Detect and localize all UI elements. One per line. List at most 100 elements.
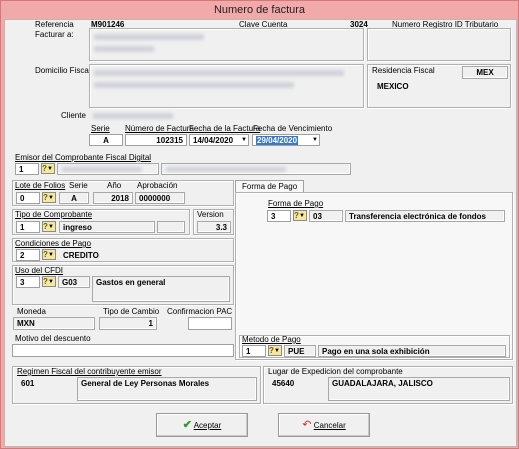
- tipo-extra-field: [157, 221, 185, 233]
- expedicion-value: GUADALAJARA, JALISCO: [328, 377, 510, 401]
- cancel-label: Cancelar: [313, 421, 346, 430]
- fecha-factura-field[interactable]: 14/04/2020 ▼: [189, 134, 249, 146]
- date-dropdown-icon-2[interactable]: ▼: [312, 135, 318, 145]
- emisor-lookup-button[interactable]: ? ▼: [41, 163, 55, 174]
- redacted-name: [94, 34, 204, 40]
- cfdi-value: Gastos en general: [92, 276, 230, 302]
- uso-cfdi-label: Uso del CFDI: [15, 266, 64, 275]
- regimen-code: 601: [21, 379, 35, 388]
- accept-button[interactable]: ✔ Aceptar: [156, 413, 248, 437]
- metodo-pago-code-field[interactable]: 1: [242, 345, 266, 357]
- expedicion-code: 45640: [272, 379, 295, 388]
- regimen-fiscal-label: Regimen Fiscal del contribuyente emisor: [17, 367, 162, 376]
- residencia-name: MEXICO: [377, 82, 409, 91]
- condiciones-value: CREDITO: [63, 251, 99, 260]
- residencia-code-field[interactable]: MEX: [462, 66, 508, 79]
- lugar-expedicion-group: Lugar de Expedicion del comprobante 4564…: [263, 366, 513, 404]
- facturar-a-box: [89, 28, 364, 61]
- condiciones-lookup-button[interactable]: ? ▼: [42, 249, 56, 260]
- lote-folios-group: Lote de Folios Serie Año Aprobación 0 ? ▼…: [12, 180, 234, 206]
- dropdown-arrow-icon: ▼: [48, 195, 54, 201]
- lote-folios-label: Lote de Folios: [15, 181, 66, 190]
- motivo-descuento-label: Motivo del descuento: [15, 334, 91, 343]
- lote-lookup-button[interactable]: ? ▼: [42, 192, 56, 203]
- dropdown-arrow-icon: ▼: [48, 279, 54, 285]
- residencia-fiscal-box: Residencia Fiscal MEX MEXICO: [367, 64, 511, 108]
- condiciones-code-field[interactable]: 2: [16, 249, 40, 261]
- fecha-vencimiento-field[interactable]: 29/04/2020 ▼: [252, 134, 320, 146]
- folios-serie-value: A: [59, 192, 89, 204]
- serie-field[interactable]: A: [89, 134, 123, 146]
- forma-pago-tab-panel: Forma de Pago 3 ? ▼ 03 Transferencia elec…: [235, 192, 513, 360]
- dialog-body: Referencia M901246 Clave Cuenta 3024 Num…: [4, 19, 517, 447]
- confirmacion-pac-field[interactable]: [188, 317, 232, 330]
- dropdown-arrow-icon: ▼: [47, 166, 53, 172]
- forma-pago-lookup-button[interactable]: ? ▼: [293, 210, 307, 221]
- emisor-label: Emisor del Comprobante Fiscal Digital: [15, 153, 152, 162]
- tipo-code-field[interactable]: 1: [16, 221, 40, 233]
- window-title: Numero de factura: [213, 4, 306, 16]
- tipo-comprobante-group: Tipo de Comprobante 1 ? ▼ ingreso: [12, 209, 190, 235]
- folios-serie-label: Serie: [69, 181, 88, 190]
- forma-pago-value: Transferencia electrónica de fondos: [345, 210, 505, 222]
- cfdi-lookup-button[interactable]: ? ▼: [42, 276, 56, 287]
- version-label: Version: [197, 210, 224, 219]
- forma-pago-clave: 03: [309, 210, 343, 222]
- metodo-pago-clave: PUE: [284, 345, 316, 357]
- moneda-value: MXN: [13, 317, 95, 330]
- redacted-name-2: [94, 46, 154, 52]
- folios-anio-label: Año: [107, 181, 122, 190]
- redacted-cliente: [93, 113, 173, 119]
- confirmacion-pac-label: Confirmacion PAC: [167, 307, 233, 316]
- cfdi-clave: G03: [58, 276, 90, 288]
- fecha-vencimiento-value: 29/04/2020: [256, 136, 299, 145]
- forma-pago-code-field[interactable]: 3: [267, 210, 291, 222]
- folios-aprobacion-value: 0000000: [135, 192, 185, 204]
- metodo-pago-label: Metodo de Pago: [242, 335, 301, 344]
- cliente-label: Cliente: [61, 111, 86, 120]
- tipo-cambio-value: 1: [99, 317, 157, 330]
- motivo-descuento-field[interactable]: [12, 344, 234, 357]
- metodo-pago-group: Metodo de Pago 1 ? ▼ PUE Pago en una sola…: [239, 335, 510, 358]
- emisor-rfc-field: [57, 163, 159, 175]
- emisor-name-field: [161, 163, 351, 175]
- cancel-button[interactable]: ↶ Cancelar: [278, 413, 370, 437]
- condiciones-pago-label: Condiciones de Pago: [15, 239, 92, 248]
- regimen-value: General de Ley Personas Morales: [77, 377, 257, 401]
- residencia-fiscal-label: Residencia Fiscal: [372, 66, 435, 75]
- forma-pago-label: Forma de Pago: [268, 199, 324, 208]
- cfdi-code-field[interactable]: 3: [16, 276, 40, 288]
- condiciones-pago-group: Condiciones de Pago 2 ? ▼ CREDITO: [12, 238, 234, 262]
- redacted-rfc: [62, 167, 142, 172]
- check-icon: ✔: [182, 419, 192, 431]
- version-value: 3.3: [197, 221, 231, 233]
- accept-label: Aceptar: [193, 421, 222, 430]
- metodo-pago-lookup-button[interactable]: ? ▼: [268, 345, 282, 356]
- metodo-pago-value: Pago en una sola exhibición: [318, 345, 506, 357]
- regimen-fiscal-group: Regimen Fiscal del contribuyente emisor …: [12, 366, 261, 404]
- numero-registro-box: [367, 28, 511, 61]
- redacted-emisor: [166, 167, 286, 172]
- date-dropdown-icon[interactable]: ▼: [241, 135, 247, 145]
- lote-code-field[interactable]: 0: [16, 192, 40, 204]
- tipo-value: ingreso: [59, 221, 155, 233]
- dropdown-arrow-icon: ▼: [48, 252, 54, 258]
- tipo-lookup-button[interactable]: ? ▼: [42, 221, 56, 232]
- fecha-factura-label: Fecha de la Factura: [189, 124, 261, 133]
- numero-factura-label: Número de Factura: [125, 124, 194, 133]
- version-group: Version 3.3: [193, 209, 234, 235]
- folios-anio-value: 2018: [93, 192, 133, 204]
- dropdown-arrow-icon: ▼: [274, 348, 280, 354]
- fecha-vencimiento-label: Fecha de Vencimiento: [253, 124, 333, 133]
- dropdown-arrow-icon: ▼: [48, 224, 54, 230]
- tipo-cambio-label: Tipo de Cambio: [103, 307, 160, 316]
- dialog-window: Numero de factura Referencia M901246 Cla…: [0, 0, 519, 449]
- serie-label: Serie: [91, 124, 110, 133]
- redacted-address: [94, 70, 344, 76]
- fecha-factura-value: 14/04/2020: [193, 136, 234, 145]
- numero-factura-field[interactable]: 102315: [125, 134, 187, 146]
- tipo-comprobante-label: Tipo de Comprobante: [15, 210, 93, 219]
- lugar-expedicion-label: Lugar de Expedicion del comprobante: [268, 367, 403, 376]
- emisor-code-field[interactable]: 1: [15, 163, 39, 175]
- moneda-label: Moneda: [17, 307, 46, 316]
